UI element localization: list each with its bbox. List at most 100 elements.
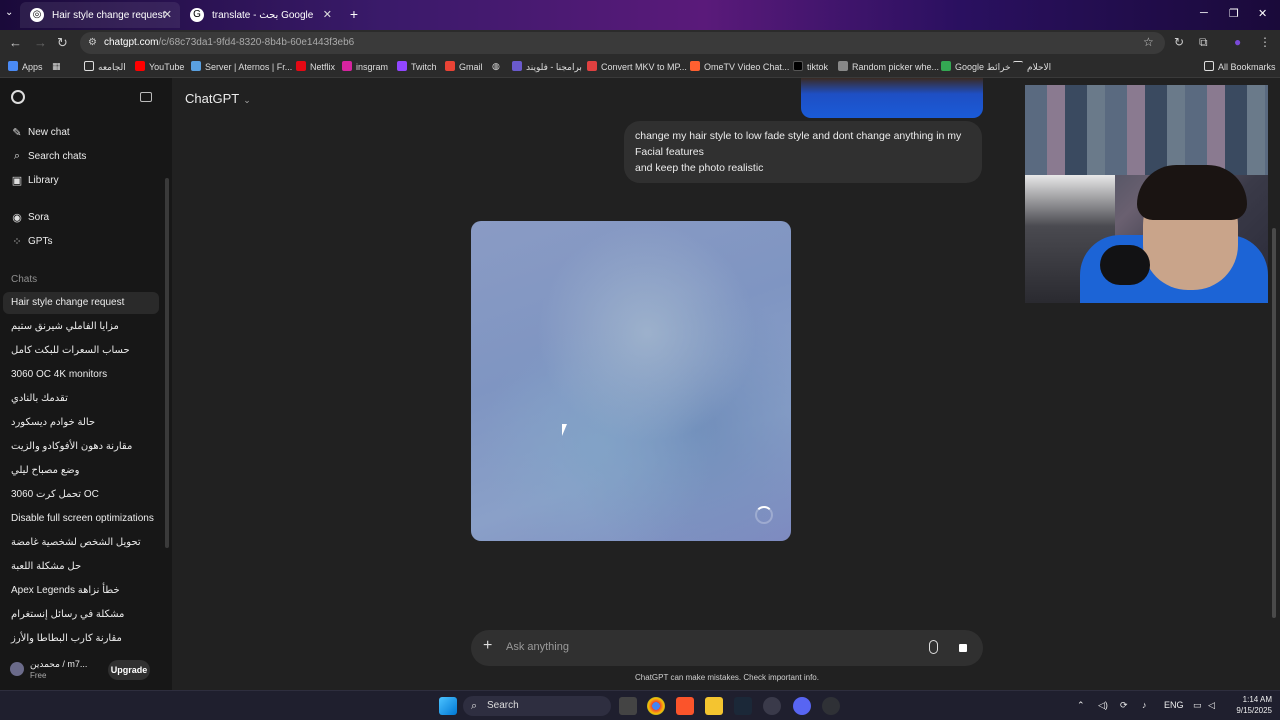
bookmark-google-maps[interactable]: Google خرائط bbox=[941, 61, 1011, 73]
generating-image[interactable] bbox=[471, 221, 791, 541]
bookmark-star-icon[interactable]: ☆ bbox=[1143, 35, 1154, 49]
grid-icon[interactable]: ▦ bbox=[52, 61, 61, 72]
task-view-icon[interactable] bbox=[619, 697, 637, 715]
gpts-button[interactable]: ⁘ GPTs bbox=[11, 235, 52, 248]
close-tab-icon[interactable]: ✕ bbox=[323, 8, 332, 21]
start-icon[interactable] bbox=[439, 697, 457, 715]
new-chat-button[interactable]: ✎ New chat bbox=[11, 126, 69, 139]
sidebar-scrollbar[interactable] bbox=[165, 178, 169, 548]
model-selector[interactable]: ChatGPT ⌄ bbox=[185, 91, 251, 106]
taskbar: ⌕ Search ⌃ ◁) ⟳ ♪ ENG ▭ ◁ 1:14 AM 9/15/20… bbox=[0, 690, 1280, 720]
chat-item[interactable]: حساب السعرات للبكت كامل bbox=[3, 340, 159, 362]
bookmark-twitch[interactable]: Twitch bbox=[397, 61, 437, 72]
stop-generating-button[interactable] bbox=[952, 637, 974, 659]
globe-icon[interactable]: ◍ bbox=[492, 61, 500, 72]
instagram-icon bbox=[342, 61, 352, 71]
minimize-icon[interactable]: ─ bbox=[1200, 7, 1208, 19]
composer-input[interactable]: Ask anything bbox=[506, 641, 569, 653]
bookmark-instagram[interactable]: insgram bbox=[342, 61, 388, 72]
back-icon[interactable]: ← bbox=[9, 35, 22, 50]
user-account[interactable]: محمدين / m7... Free Upgrade bbox=[10, 658, 165, 684]
chat-item[interactable]: وضع مصباح ليلي bbox=[3, 460, 159, 482]
app-icon[interactable] bbox=[763, 697, 781, 715]
chat-item[interactable]: حالة خوادم ديسكورد bbox=[3, 412, 159, 434]
tab-hair-style[interactable]: ◎ Hair style change request ✕ bbox=[20, 2, 180, 28]
app-icon[interactable] bbox=[822, 697, 840, 715]
uploaded-photo[interactable] bbox=[801, 78, 983, 118]
chrome-icon[interactable] bbox=[647, 697, 665, 715]
bookmark-programs[interactable]: برامجنا - فلويند bbox=[512, 61, 582, 73]
chat-item[interactable]: تحمل كرت 3060 OC bbox=[3, 484, 159, 506]
chatgpt-logo-icon[interactable] bbox=[11, 90, 25, 104]
speaker-icon[interactable]: ◁ bbox=[1208, 700, 1215, 711]
tab-search-icon[interactable]: ⌄ bbox=[5, 7, 13, 18]
close-tab-icon[interactable]: ✕ bbox=[163, 8, 172, 21]
network-icon[interactable]: ▭ bbox=[1193, 700, 1202, 711]
profile-icon[interactable]: ● bbox=[1234, 35, 1241, 49]
close-window-icon[interactable]: ✕ bbox=[1258, 7, 1267, 20]
file-explorer-icon[interactable] bbox=[705, 697, 723, 715]
chat-item[interactable]: مقارنة كارب البطاطا والأرز bbox=[3, 628, 159, 650]
message-line: Facial features bbox=[635, 146, 704, 158]
chat-item[interactable]: مشكلة في رسائل إنستغرام bbox=[3, 604, 159, 626]
chat-item[interactable]: Apex Legends خطأ نزاهة bbox=[3, 580, 159, 602]
tab-translate[interactable]: G translate - بحث Google ✕ bbox=[180, 2, 340, 28]
new-tab-button[interactable]: + bbox=[345, 5, 363, 23]
url-field[interactable]: ⚙ chatgpt.com/c/68c73da1-9fd4-8320-8b4b-… bbox=[80, 32, 1165, 54]
restore-icon[interactable]: ❐ bbox=[1229, 7, 1239, 20]
address-bar-row: ← → ↻ ⚙ chatgpt.com/c/68c73da1-9fd4-8320… bbox=[0, 30, 1280, 56]
chat-item[interactable]: Disable full screen optimizations bbox=[3, 508, 159, 530]
sidebar-toggle-icon[interactable] bbox=[140, 92, 152, 102]
plus-icon[interactable]: + bbox=[483, 637, 492, 655]
bookmark-youtube[interactable]: YouTube bbox=[135, 61, 184, 72]
tray-chevron-icon[interactable]: ⌃ bbox=[1077, 700, 1085, 711]
taskbar-search[interactable]: ⌕ Search bbox=[463, 696, 611, 716]
clock[interactable]: 1:14 AM 9/15/2025 bbox=[1228, 694, 1272, 716]
all-bookmarks[interactable]: All Bookmarks bbox=[1204, 61, 1276, 72]
search-chats-button[interactable]: ⌕ Search chats bbox=[11, 150, 86, 163]
bookmark-tiktok[interactable]: tiktok bbox=[793, 61, 828, 72]
chevron-down-icon: ⌄ bbox=[243, 95, 251, 105]
sora-button[interactable]: ◉ Sora bbox=[11, 211, 49, 224]
discord-icon[interactable] bbox=[793, 697, 811, 715]
chat-item[interactable]: حل مشكلة اللعبة bbox=[3, 556, 159, 578]
netflix-icon bbox=[296, 61, 306, 71]
mic-icon[interactable]: ♪ bbox=[1142, 700, 1147, 710]
steam-icon[interactable] bbox=[734, 697, 752, 715]
upgrade-button[interactable]: Upgrade bbox=[108, 660, 150, 680]
bookmark-apps[interactable]: Apps bbox=[8, 61, 43, 72]
mouse-cursor-icon bbox=[562, 424, 572, 436]
chat-item[interactable]: 3060 OC 4K monitors bbox=[3, 364, 159, 386]
site-info-icon[interactable]: ⚙ bbox=[88, 32, 97, 54]
reload-icon[interactable]: ↻ bbox=[57, 35, 68, 51]
chat-scrollbar[interactable] bbox=[1272, 228, 1276, 618]
forward-icon[interactable]: → bbox=[34, 35, 47, 50]
chat-item[interactable]: تقدمك بالنادي bbox=[3, 388, 159, 410]
bookmark-gmail[interactable]: Gmail bbox=[445, 61, 483, 72]
volume-icon[interactable]: ◁) bbox=[1098, 700, 1108, 711]
bookmark-ometv[interactable]: OmeTV Video Chat... bbox=[690, 61, 789, 72]
brave-icon[interactable] bbox=[676, 697, 694, 715]
menu-icon[interactable]: ⋮ bbox=[1259, 35, 1271, 49]
bookmark-folder[interactable]: الجامعه bbox=[84, 61, 126, 73]
pencil-icon: ✎ bbox=[12, 127, 22, 139]
chat-item[interactable]: مزايا الفاملي شيرنق ستيم bbox=[3, 316, 159, 338]
url-path: /c/68c73da1-9fd4-8320-8b4b-60e1443f3eb6 bbox=[158, 37, 355, 48]
language-indicator[interactable]: ENG bbox=[1164, 700, 1184, 710]
sync-icon[interactable]: ⟳ bbox=[1120, 700, 1128, 711]
bookmark-convert[interactable]: Convert MKV to MP... bbox=[587, 61, 687, 72]
chat-item[interactable]: تحويل الشخص لشخصية غامضة bbox=[3, 532, 159, 554]
avatar bbox=[10, 662, 24, 676]
chat-item[interactable]: مقارنة دهون الأفوكادو والزيت bbox=[3, 436, 159, 458]
chat-item[interactable]: Hair style change request bbox=[3, 292, 159, 314]
microphone-icon[interactable] bbox=[929, 640, 938, 654]
message-line: and keep the photo realistic bbox=[635, 162, 764, 174]
library-button[interactable]: ▣ Library bbox=[11, 174, 59, 187]
bookmark-random-picker[interactable]: Random picker whe... bbox=[838, 61, 939, 72]
twitch-icon bbox=[397, 61, 407, 71]
bookmark-dreams[interactable]: الاحلام bbox=[1013, 61, 1051, 73]
bookmark-aternos[interactable]: Server | Aternos | Fr... bbox=[191, 61, 292, 72]
bookmark-netflix[interactable]: Netflix bbox=[296, 61, 335, 72]
extensions-icon[interactable]: ⧉ bbox=[1199, 35, 1208, 50]
composer[interactable]: + Ask anything bbox=[471, 630, 983, 666]
